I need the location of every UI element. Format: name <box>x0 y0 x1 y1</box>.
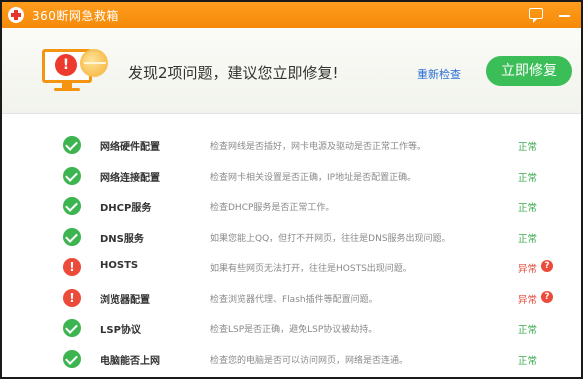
check-ok-icon <box>63 136 81 154</box>
check-item-description: 如果有些网页无法打开，往往是HOSTS出现问题。 <box>210 264 412 274</box>
check-item-name: 电脑能否上网 <box>100 355 160 367</box>
check-item-status: 正常 <box>518 203 538 214</box>
check-item-name: HOSTS <box>100 260 139 271</box>
check-ok-icon <box>63 349 81 368</box>
alert-icon: ! <box>55 54 77 76</box>
result-header: ! 发现2项问题，建议您立即修复! 重新检查 立即修复 <box>2 28 581 114</box>
check-item-name: 网络硬件配置 <box>100 142 160 153</box>
check-item-name: LSP协议 <box>100 325 141 336</box>
check-item-status: 正常 <box>518 355 538 367</box>
title-bar: 360断网急救箱 <box>2 2 581 28</box>
check-item-row: LSP协议 检查LSP是否正确，避免LSP协议被劫持。 正常 <box>2 315 581 346</box>
check-item-description: 检查LSP是否正确，避免LSP协议被劫持。 <box>210 325 378 335</box>
check-item-status: 正常 <box>518 325 538 336</box>
check-item-row: DHCP服务 检查DHCP服务是否正常工作。 正常 <box>2 193 581 224</box>
check-ok-icon <box>63 166 81 185</box>
check-ok-icon <box>63 197 81 215</box>
check-item-list: 网络硬件配置 检查网线是否插好，网卡电源及驱动是否正常工作等。 正常 网络连接配置 检查… <box>2 132 581 376</box>
check-item-row: 电脑能否上网 检查您的电脑是否可以访问网页，网络是否连通。 正常 <box>2 346 581 377</box>
check-ok-icon <box>63 227 81 246</box>
check-item-name: 浏览器配置 <box>100 294 150 306</box>
check-item-description: 如果您能上QQ，但打不开网页，往往是DNS服务出现问题。 <box>210 233 451 244</box>
recheck-link[interactable]: 重新检查 <box>417 66 461 82</box>
check-item-name: DHCP服务 <box>100 203 152 214</box>
minimize-icon[interactable] <box>557 7 573 23</box>
check-item-status[interactable]: 异常 <box>518 292 537 306</box>
check-item-row: ! 浏览器配置 检查浏览器代理、Flash插件等配置问题。 异常? <box>2 285 581 316</box>
warning-icon: ! <box>63 258 81 276</box>
check-item-status: 正常 <box>518 172 538 184</box>
check-item-description: 检查您的电脑是否可以访问网页，网络是否连通。 <box>210 355 409 366</box>
check-item-row: DNS服务 如果您能上QQ，但打不开网页，往往是DNS服务出现问题。 正常 <box>2 224 581 255</box>
check-item-description: 检查网卡相关设置是否正确，IP地址是否配置正确。 <box>210 172 417 183</box>
globe-icon <box>80 49 108 77</box>
check-item-status[interactable]: 异常 <box>518 261 537 275</box>
check-item-name: 网络连接配置 <box>100 172 160 184</box>
check-item-row: ! HOSTS 如果有些网页无法打开，往往是HOSTS出现问题。 异常? <box>2 254 581 285</box>
check-item-name: DNS服务 <box>100 233 144 245</box>
fix-now-button[interactable]: 立即修复 <box>486 56 572 86</box>
help-icon[interactable]: ? <box>541 290 553 303</box>
check-item-description: 检查DHCP服务是否正常工作。 <box>210 203 335 213</box>
app-logo-icon <box>8 7 24 23</box>
check-item-status: 正常 <box>518 142 538 153</box>
window-controls <box>529 7 573 23</box>
check-item-row: 网络硬件配置 检查网线是否插好，网卡电源及驱动是否正常工作等。 正常 <box>2 132 581 163</box>
check-item-description: 检查网线是否插好，网卡电源及驱动是否正常工作等。 <box>210 142 427 152</box>
check-ok-icon <box>63 319 81 337</box>
warning-icon: ! <box>63 288 81 307</box>
app-window: 360断网急救箱 ! 发现2项问题，建议您立即修复! 重新检查 立即修复 网络硬… <box>0 0 583 379</box>
check-item-status: 正常 <box>518 233 538 245</box>
feedback-icon[interactable] <box>529 8 543 23</box>
check-item-row: 网络连接配置 检查网卡相关设置是否正确，IP地址是否配置正确。 正常 <box>2 163 581 194</box>
help-icon[interactable]: ? <box>541 260 553 272</box>
window-title: 360断网急救箱 <box>32 8 119 23</box>
headline: 发现2项问题，建议您立即修复! <box>128 64 339 82</box>
check-item-description: 检查浏览器代理、Flash插件等配置问题。 <box>210 294 378 305</box>
